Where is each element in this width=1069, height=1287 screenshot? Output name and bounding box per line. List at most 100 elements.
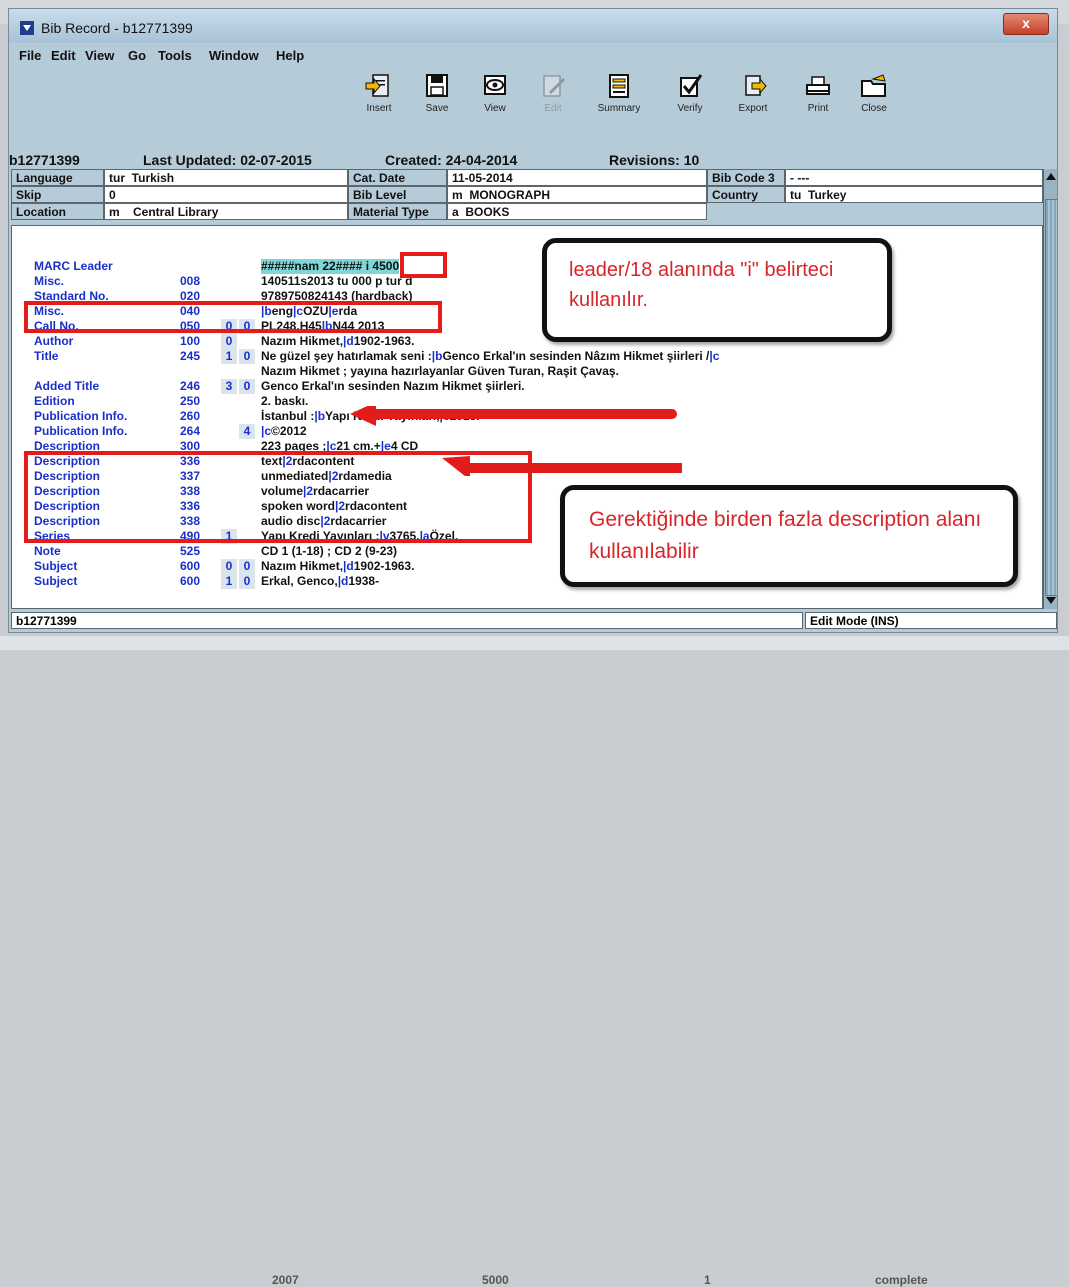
field-text: CD 1 (1-18) ; CD 2 (9-23) <box>261 544 398 558</box>
verify-button[interactable]: Verify <box>662 73 718 114</box>
verify-icon <box>680 74 703 97</box>
close-folder-icon <box>861 74 886 97</box>
export-icon <box>745 75 767 96</box>
field-label: Title <box>34 349 59 363</box>
menu-help[interactable]: Help <box>276 48 304 63</box>
cat-date-field[interactable]: 11-05-2014 <box>447 169 707 186</box>
indicator-2: 0 <box>239 349 255 364</box>
menu-window[interactable]: Window <box>209 48 259 63</box>
field-tag: 250 <box>180 394 201 408</box>
country-field[interactable]: tu Turkey <box>785 186 1043 203</box>
bib-record-window: Bib Record - b12771399 x File Edit View … <box>8 8 1058 633</box>
subfield-delimiter: |c <box>709 349 720 363</box>
field-text: 2. baskı. <box>261 394 309 408</box>
status-edit-mode: Edit Mode (INS) <box>805 612 1057 629</box>
scroll-up-arrow-icon[interactable] <box>1046 173 1056 180</box>
subfield-delimiter: |b <box>314 409 326 423</box>
leader-highlight-box <box>400 252 447 278</box>
status-bar: b12771399 Edit Mode (INS) <box>11 611 1057 629</box>
location-field[interactable]: m Central Library <box>104 203 348 220</box>
field-label: Misc. <box>34 274 65 288</box>
background-text: 2007 <box>272 1273 299 1287</box>
field-tag: 600 <box>180 559 201 573</box>
field-text: Ne güzel şey hatırlamak seni :|bGenco Er… <box>261 349 720 363</box>
close-label: Close <box>861 103 887 114</box>
view-icon <box>484 75 506 95</box>
revisions: Revisions: 10 <box>609 152 700 168</box>
verify-label: Verify <box>677 103 703 114</box>
background-bottom-strip: 2007 5000 1 complete <box>0 636 1069 1287</box>
fixed-fields: Language tur Turkish Cat. Date 11-05-201… <box>11 169 1043 225</box>
status-record-number: b12771399 <box>11 612 803 629</box>
field-text: Erkal, Genco,|d1938- <box>261 574 380 588</box>
leader-callout: leader/18 alanında "i" belirteci kullanı… <box>542 238 892 342</box>
indicator-1: 1 <box>221 349 237 364</box>
field-label: Publication Info. <box>34 409 128 423</box>
scrollbar-thumb[interactable] <box>1045 199 1057 596</box>
print-button[interactable]: Print <box>790 73 846 114</box>
language-field[interactable]: tur Turkish <box>104 169 348 186</box>
language-code: tur <box>109 171 125 185</box>
description-callout-text: Gerektiğinde birden fazla description al… <box>589 508 982 563</box>
edit-button[interactable]: Edit <box>525 73 581 114</box>
export-button[interactable]: Export <box>725 73 781 114</box>
marc-row[interactable]: Title 245 1 0 Ne güzel şey hatırlamak se… <box>12 349 1042 364</box>
menu-edit[interactable]: Edit <box>51 48 76 63</box>
field-tag: 245 <box>180 349 201 363</box>
toolbar: Insert Save View Edit Summary Verify Exp… <box>9 69 1057 131</box>
menu-file[interactable]: File <box>19 48 41 63</box>
vertical-scrollbar[interactable] <box>1043 169 1057 609</box>
location-value: Central Library <box>133 205 219 219</box>
created-date: Created: 24-04-2014 <box>385 152 518 168</box>
record-header: b12771399 Last Updated: 02-07-2015 Creat… <box>9 151 1057 169</box>
menu-tools[interactable]: Tools <box>158 48 192 63</box>
save-button[interactable]: Save <box>409 73 465 114</box>
leader-callout-text: leader/18 alanında "i" belirteci kullanı… <box>569 259 834 311</box>
material-type-field[interactable]: a BOOKS <box>447 203 707 220</box>
arrow-description-head <box>442 456 470 476</box>
summary-button[interactable]: Summary <box>591 73 647 114</box>
title-bar[interactable]: Bib Record - b12771399 x <box>9 9 1057 43</box>
arrow-edition-head <box>350 406 376 426</box>
field-text: #####nam 22#### i 4500 <box>261 259 400 274</box>
bib-level-label: Bib Level <box>348 186 447 203</box>
bib-level-field[interactable]: m MONOGRAPH <box>447 186 707 203</box>
insert-label: Insert <box>366 103 392 114</box>
description-callout: Gerektiğinde birden fazla description al… <box>560 485 1018 587</box>
scroll-down-arrow-icon[interactable] <box>1046 597 1056 604</box>
field-text: Nazım Hikmet ; yayına hazırlayanlar Güve… <box>261 364 619 378</box>
edit-label: Edit <box>544 103 562 114</box>
bib-code3-field[interactable]: - --- <box>785 169 1043 186</box>
location-label: Location <box>11 203 104 220</box>
field-label: MARC Leader <box>34 259 113 273</box>
indicator-1: 1 <box>221 574 237 589</box>
misc-040-highlight-box <box>24 301 442 333</box>
last-updated: Last Updated: 02-07-2015 <box>143 152 312 168</box>
menu-bar: File Edit View Go Tools Window Help <box>9 46 1057 64</box>
indicator-2: 4 <box>239 424 255 439</box>
marc-row[interactable]: Added Title 246 3 0 Genco Erkal'ın sesin… <box>12 379 1042 394</box>
view-button[interactable]: View <box>467 73 523 114</box>
background-text: complete <box>875 1273 928 1287</box>
field-text: 140511s2013 tu 000 p tur d <box>261 274 413 288</box>
subfield-delimiter: |b <box>431 349 443 363</box>
marc-row[interactable]: Nazım Hikmet ; yayına hazırlayanlar Güve… <box>12 364 1042 379</box>
window-close-button[interactable]: x <box>1003 13 1049 35</box>
menu-view[interactable]: View <box>85 48 114 63</box>
close-record-button[interactable]: Close <box>846 73 902 114</box>
insert-button[interactable]: Insert <box>351 73 407 114</box>
subfield-delimiter: |d <box>343 334 354 348</box>
menu-go[interactable]: Go <box>128 48 146 63</box>
field-label: Added Title <box>34 379 100 393</box>
field-label: Edition <box>34 394 75 408</box>
indicator-1: 0 <box>221 334 237 349</box>
field-text: |c©2012 <box>261 424 307 438</box>
field-label: Publication Info. <box>34 424 128 438</box>
marc-fields-area[interactable]: MARC Leader #####nam 22#### i 4500 Misc.… <box>11 225 1043 609</box>
field-label: Subject <box>34 574 78 588</box>
field-tag: 600 <box>180 574 201 588</box>
country-label: Country <box>707 186 785 203</box>
field-tag: 100 <box>180 334 201 348</box>
indicator-1: 3 <box>221 379 237 394</box>
skip-field[interactable]: 0 <box>104 186 348 203</box>
